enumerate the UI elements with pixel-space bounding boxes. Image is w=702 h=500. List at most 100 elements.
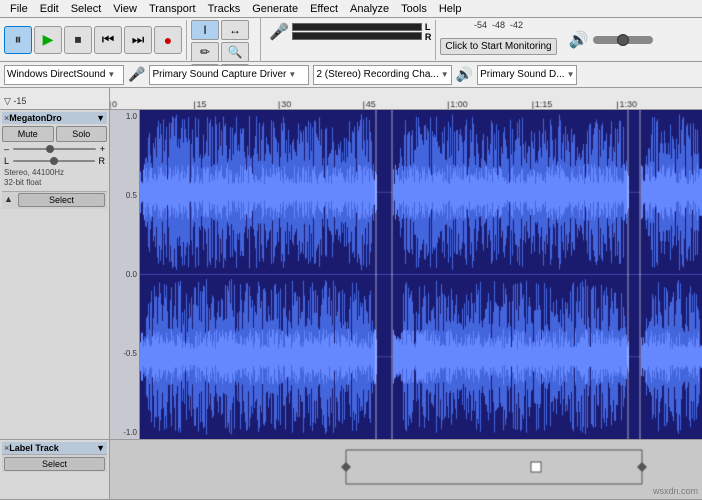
vu-scale-label: -54 -48 -42 <box>474 20 523 30</box>
skip-back-button[interactable]: ⏮ <box>94 26 122 54</box>
tools-section: I ↔ ✏ 🔍 ↕ ✱ <box>191 18 261 62</box>
db-0.0-mid: 0.0 <box>110 270 137 279</box>
label-select-bar: Select <box>2 454 107 472</box>
waveform-wrapper <box>140 110 702 439</box>
track-dropdown-button[interactable]: ▼ <box>96 113 105 123</box>
menu-file[interactable]: File <box>4 0 34 18</box>
db-0.5-top: 0.5 <box>110 191 137 200</box>
label-track-dropdown[interactable]: ▼ <box>96 443 105 453</box>
solo-button[interactable]: Solo <box>56 126 108 142</box>
waveform-area: 1.0 0.5 0.0 -0.5 -1.0 <box>110 110 702 439</box>
pan-left: L <box>4 156 9 166</box>
track-title-bar: × MegatonDro ▼ <box>2 112 107 124</box>
label-canvas <box>110 440 702 499</box>
menu-select[interactable]: Select <box>65 0 108 18</box>
main-toolbar: ⏸ ▶ ⏹ ⏮ ⏭ ● I ↔ ✏ 🔍 ↕ ✱ 🎤 LR <box>0 18 702 62</box>
input-device-label: Primary Sound Capture Driver <box>152 69 286 80</box>
vu-scale-section: -54 -48 -42 Click to Start Monitoring <box>440 20 560 60</box>
menu-analyze[interactable]: Analyze <box>344 0 395 18</box>
label-waveform-area <box>110 440 702 499</box>
transport-section: ⏸ ▶ ⏹ ⏮ ⏭ ● <box>4 20 187 60</box>
LR-label: LR <box>425 22 432 42</box>
tracks-container: × MegatonDro ▼ Mute Solo – + <box>0 110 702 500</box>
stop-button[interactable]: ⏹ <box>64 26 92 54</box>
pan-thumb[interactable] <box>50 157 58 165</box>
device-toolbar: Windows DirectSound ▼ 🎤 Primary Sound Ca… <box>0 62 702 88</box>
input-vu-meter-L <box>292 23 422 31</box>
vu-section: 🎤 LR <box>265 20 436 60</box>
db-1.0-top: 1.0 <box>110 112 137 121</box>
label-select-button[interactable]: Select <box>4 457 105 471</box>
input-device-select[interactable]: Primary Sound Capture Driver ▼ <box>149 65 309 85</box>
mute-button[interactable]: Mute <box>2 126 54 142</box>
db--1.0: -1.0 <box>110 428 137 437</box>
bit-depth: 32-bit float <box>4 178 105 188</box>
audio-track: × MegatonDro ▼ Mute Solo – + <box>0 110 702 440</box>
menu-bar: File Edit Select View Transport Tracks G… <box>0 0 702 18</box>
menu-transport[interactable]: Transport <box>143 0 202 18</box>
play-button[interactable]: ▶ <box>34 26 62 54</box>
waveform-canvas <box>140 110 702 439</box>
skip-fwd-button[interactable]: ⏭ <box>124 26 152 54</box>
output-device-select[interactable]: Primary Sound D... ▼ <box>477 65 577 85</box>
start-monitoring-button[interactable]: Click to Start Monitoring <box>440 38 556 55</box>
select-button[interactable]: Select <box>18 193 105 207</box>
host-label: Windows DirectSound <box>7 69 105 80</box>
track-info: Stereo, 44100Hz 32-bit float <box>2 168 107 189</box>
channels-dropdown-arrow: ▼ <box>441 70 449 79</box>
volume-slider[interactable] <box>593 36 653 44</box>
sample-rate: Stereo, 44100Hz <box>4 168 105 178</box>
mic-device-icon: 🎤 <box>128 66 145 83</box>
timeline-scale <box>110 88 702 109</box>
menu-tracks[interactable]: Tracks <box>202 0 247 18</box>
pan-right: R <box>99 156 106 166</box>
track-mute-solo: Mute Solo <box>2 126 107 142</box>
host-dropdown-arrow: ▼ <box>107 70 115 79</box>
timeline-neg-label: ▽ -15 <box>4 96 26 109</box>
output-device-label: Primary Sound D... <box>480 69 564 80</box>
track-name-label: MegatonDro <box>9 113 96 123</box>
input-vu-meter-R <box>292 32 422 40</box>
gain-thumb[interactable] <box>46 145 54 153</box>
channels-select[interactable]: 2 (Stereo) Recording Cha... ▼ <box>313 65 451 85</box>
gain-slider[interactable] <box>13 145 96 153</box>
menu-view[interactable]: View <box>107 0 143 18</box>
track-header: × MegatonDro ▼ Mute Solo – + <box>0 110 110 439</box>
db-scale: 1.0 0.5 0.0 -0.5 -1.0 <box>110 110 140 439</box>
db--0.5: -0.5 <box>110 349 137 358</box>
menu-generate[interactable]: Generate <box>246 0 304 18</box>
input-vu-row: 🎤 LR <box>269 22 431 42</box>
envelope-tool[interactable]: ↔ <box>221 20 249 40</box>
input-dropdown-arrow: ▼ <box>288 70 296 79</box>
menu-tools[interactable]: Tools <box>395 0 433 18</box>
host-select[interactable]: Windows DirectSound ▼ <box>4 65 124 85</box>
main-content: × MegatonDro ▼ Mute Solo – + <box>0 110 702 500</box>
menu-effect[interactable]: Effect <box>304 0 344 18</box>
label-track-title: × Label Track ▼ <box>2 442 107 454</box>
label-track: × Label Track ▼ Select <box>0 440 702 500</box>
watermark: wsxdn.com <box>653 486 698 496</box>
gain-minus: – <box>4 144 9 154</box>
draw-tool[interactable]: ✏ <box>191 42 219 62</box>
menu-help[interactable]: Help <box>433 0 468 18</box>
pan-row: L R <box>2 156 107 166</box>
channels-label: 2 (Stereo) Recording Cha... <box>316 69 438 80</box>
zoom-tool[interactable]: 🔍 <box>221 42 249 62</box>
timeline-ruler: ▽ -15 <box>0 88 702 110</box>
cursor-tool[interactable]: I <box>191 20 219 40</box>
speaker-device-icon: 🔊 <box>456 66 473 83</box>
collapse-button[interactable]: ▲ <box>4 194 16 206</box>
volume-thumb[interactable] <box>617 34 629 46</box>
speaker-icon: 🔊 <box>569 30 589 50</box>
menu-edit[interactable]: Edit <box>34 0 65 18</box>
track-select-bar: ▲ Select <box>2 191 107 209</box>
gain-row: – + <box>2 144 107 154</box>
label-track-header: × Label Track ▼ Select <box>0 440 110 499</box>
output-section: 🔊 <box>565 30 653 50</box>
record-button[interactable]: ● <box>154 26 182 54</box>
gain-plus: + <box>100 144 105 154</box>
pan-slider[interactable] <box>13 157 94 165</box>
label-track-name: Label Track <box>9 443 96 453</box>
output-dropdown-arrow: ▼ <box>567 70 575 79</box>
pause-button[interactable]: ⏸ <box>4 26 32 54</box>
